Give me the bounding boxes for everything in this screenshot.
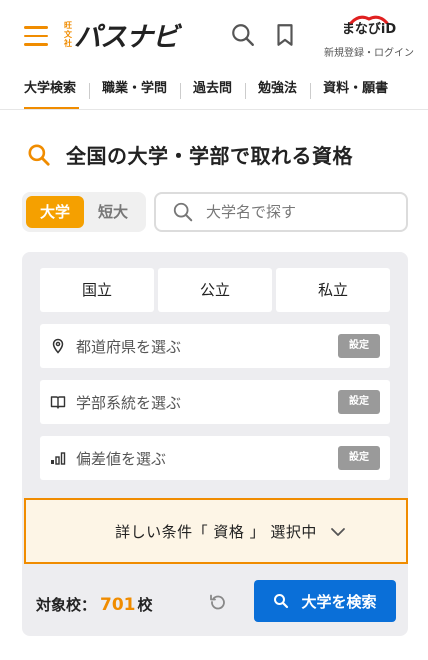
nav-study-methods[interactable]: 勉強法 <box>245 72 310 109</box>
deviation-set-button[interactable]: 設定 <box>338 446 380 470</box>
deviation-select[interactable]: 偏差値を選ぶ 設定 <box>40 436 390 480</box>
type-national-button[interactable]: 国立 <box>40 268 154 312</box>
bar-level-icon <box>51 452 66 465</box>
search-icon <box>274 594 289 609</box>
toggle-junior-college[interactable]: 短大 <box>84 196 142 228</box>
school-type-toggle: 大学 短大 <box>22 192 146 232</box>
university-search-box[interactable] <box>154 192 408 232</box>
header: 旺 文 社 パスナビ まなびiD 新規登録・ログイン <box>0 0 428 72</box>
university-name-input[interactable] <box>206 203 386 221</box>
search-button-label: 大学を検索 <box>301 592 377 611</box>
main-nav: 大学検索 職業・学問 過去問 勉強法 資料・願書 <box>0 72 428 110</box>
logo-text: パスナビ <box>74 21 179 53</box>
page-title: 全国の大学・学部で取れる資格 <box>66 144 353 168</box>
type-private-button[interactable]: 私立 <box>276 268 390 312</box>
establishment-type-selector: 国立 公立 私立 <box>40 268 390 312</box>
result-count-number: 701 <box>100 595 136 615</box>
reset-icon[interactable] <box>208 592 228 612</box>
manabi-id-login[interactable]: まなびiD 新規登録・ログイン <box>318 14 420 59</box>
type-public-button[interactable]: 公立 <box>158 268 272 312</box>
search-icon <box>173 202 193 222</box>
section-header: 全国の大学・学部で取れる資格 <box>26 140 353 169</box>
book-icon <box>50 396 66 409</box>
nav-jobs-studies[interactable]: 職業・学問 <box>89 72 180 109</box>
faculty-select[interactable]: 学部系統を選ぶ 設定 <box>40 380 390 424</box>
result-count-label: 対象校： <box>36 596 97 614</box>
logo-publisher: 旺 文 社 <box>64 20 72 48</box>
prefecture-select-label: 都道府県を選ぶ <box>76 337 182 356</box>
chevron-down-icon <box>331 528 345 536</box>
detailed-conditions-label: 詳しい条件「 資格 」 選択中 <box>115 522 317 541</box>
filter-panel: 国立 公立 私立 都道府県を選ぶ 設定 学部系統を選ぶ 設定 偏差値を選ぶ 設定… <box>22 252 408 636</box>
hamburger-menu-icon[interactable] <box>24 26 48 46</box>
detailed-conditions-toggle[interactable]: 詳しい条件「 資格 」 選択中 <box>24 498 408 564</box>
prefecture-set-button[interactable]: 設定 <box>338 334 380 358</box>
signup-login-link: 新規登録・ログイン <box>324 48 414 59</box>
manabi-id-logo: まなびiD <box>318 14 420 38</box>
location-pin-icon <box>52 338 64 354</box>
nav-university-search[interactable]: 大学検索 <box>0 72 89 109</box>
toggle-university[interactable]: 大学 <box>26 196 84 228</box>
faculty-select-label: 学部系統を選ぶ <box>76 393 182 412</box>
deviation-select-label: 偏差値を選ぶ <box>76 449 167 468</box>
result-count-unit: 校 <box>137 596 153 614</box>
bookmark-icon[interactable] <box>272 22 298 48</box>
search-icon[interactable] <box>230 22 256 48</box>
nav-past-exams[interactable]: 過去問 <box>180 72 245 109</box>
prefecture-select[interactable]: 都道府県を選ぶ 設定 <box>40 324 390 368</box>
nav-materials-applications[interactable]: 資料・願書 <box>310 72 401 109</box>
site-logo[interactable]: 旺 文 社 パスナビ <box>64 16 179 53</box>
search-icon <box>28 143 50 166</box>
result-count: 対象校： 701 校 <box>36 594 153 615</box>
faculty-set-button[interactable]: 設定 <box>338 390 380 414</box>
search-university-button[interactable]: 大学を検索 <box>254 580 396 622</box>
